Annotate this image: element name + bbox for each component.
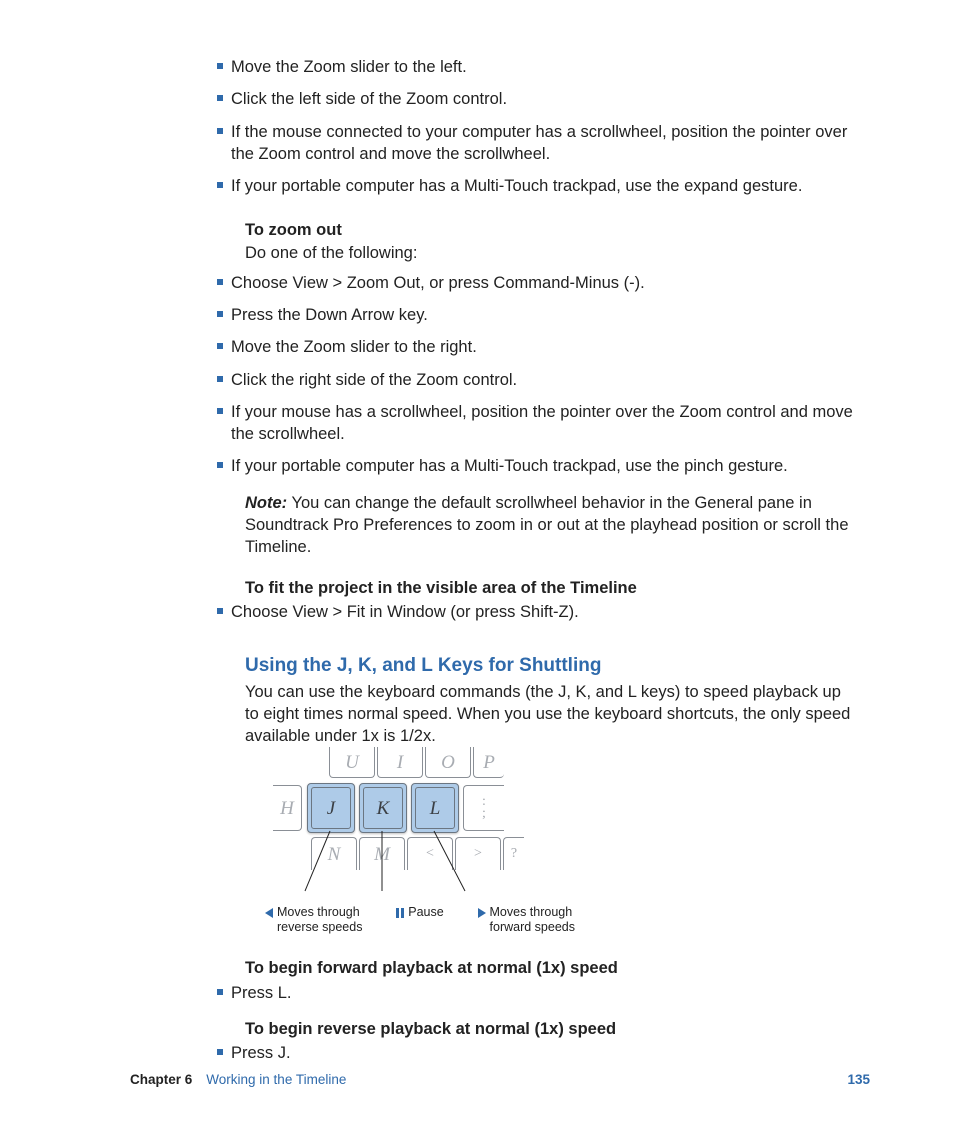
label-text: Pause — [408, 905, 443, 920]
page-footer: Chapter 6 Working in the Timeline 135 — [130, 1072, 870, 1087]
list-item: Choose View > Zoom Out, or press Command… — [231, 272, 855, 294]
section-body: You can use the keyboard commands (the J… — [245, 681, 855, 748]
list-text: Click the right side of the Zoom control… — [231, 371, 517, 389]
list-item: Move the Zoom slider to the right. — [231, 336, 855, 358]
zoom-out-intro: Do one of the following: — [245, 242, 855, 264]
page-number: 135 — [847, 1072, 870, 1087]
label-text: Moves through — [490, 905, 573, 920]
list-text: Click the left side of the Zoom control. — [231, 90, 507, 108]
list-item: Press L. — [231, 982, 855, 1004]
keyboard: U I O P H J K L :; N M — [285, 763, 525, 903]
list-text: Move the Zoom slider to the left. — [231, 58, 467, 76]
list-text: Choose View > Zoom Out, or press Command… — [231, 274, 645, 292]
note-text: You can change the default scrollwheel b… — [245, 494, 849, 557]
callout-lines — [265, 823, 545, 903]
note-label: Note: — [245, 494, 287, 512]
list-item: If your mouse has a scrollwheel, positio… — [231, 401, 855, 446]
forward-heading: To begin forward playback at normal (1x)… — [245, 957, 855, 979]
zoom-out-heading: To zoom out — [245, 219, 855, 241]
list-item: Click the right side of the Zoom control… — [231, 369, 855, 391]
label-text: Moves through — [277, 905, 360, 920]
list-text: If your portable computer has a Multi-To… — [231, 457, 788, 475]
keyboard-labels: Moves through reverse speeds Pause Moves… — [265, 905, 575, 935]
list-item: Move the Zoom slider to the left. — [231, 56, 855, 78]
page: Move the Zoom slider to the left. Click … — [0, 0, 954, 1145]
footer-left: Chapter 6 Working in the Timeline — [130, 1072, 346, 1087]
key-o: O — [425, 747, 471, 778]
label-text: forward speeds — [478, 920, 575, 935]
reverse-heading: To begin reverse playback at normal (1x)… — [245, 1018, 855, 1040]
list-text: Move the Zoom slider to the right. — [231, 338, 477, 356]
zoom-out-list: Choose View > Zoom Out, or press Command… — [245, 272, 855, 478]
label-forward: Moves through forward speeds — [478, 905, 575, 935]
fit-heading: To fit the project in the visible area o… — [245, 577, 855, 599]
list-text: If your mouse has a scrollwheel, positio… — [231, 403, 853, 443]
label-text: reverse speeds — [265, 920, 362, 935]
section-title: Using the J, K, and L Keys for Shuttling — [245, 653, 855, 679]
list-item: Click the left side of the Zoom control. — [231, 88, 855, 110]
label-pause: Pause — [396, 905, 443, 935]
reverse-list: Press J. — [245, 1042, 855, 1064]
list-item: Choose View > Fit in Window (or press Sh… — [231, 601, 855, 623]
list-item: If your portable computer has a Multi-To… — [231, 175, 855, 197]
list-text: If your portable computer has a Multi-To… — [231, 177, 802, 195]
list-text: Choose View > Fit in Window (or press Sh… — [231, 603, 579, 621]
zoom-in-list: Move the Zoom slider to the left. Click … — [245, 56, 855, 197]
pause-icon — [396, 908, 404, 918]
content-column: Move the Zoom slider to the left. Click … — [245, 56, 855, 1075]
list-item: Press the Down Arrow key. — [231, 304, 855, 326]
list-text: Press the Down Arrow key. — [231, 306, 428, 324]
label-reverse: Moves through reverse speeds — [265, 905, 362, 935]
key-u: U — [329, 747, 375, 778]
list-item: If your portable computer has a Multi-To… — [231, 455, 855, 477]
list-text: Press L. — [231, 984, 292, 1002]
chapter-label: Chapter 6 — [130, 1072, 192, 1087]
key-i: I — [377, 747, 423, 778]
keyboard-diagram: U I O P H J K L :; N M — [285, 763, 565, 935]
forward-icon — [478, 908, 486, 918]
list-text: Press J. — [231, 1044, 291, 1062]
reverse-icon — [265, 908, 273, 918]
list-item: If the mouse connected to your computer … — [231, 121, 855, 166]
list-text: If the mouse connected to your computer … — [231, 123, 847, 163]
forward-list: Press L. — [245, 982, 855, 1004]
note-block: Note: You can change the default scrollw… — [245, 492, 855, 559]
key-p: P — [473, 747, 504, 778]
fit-list: Choose View > Fit in Window (or press Sh… — [245, 601, 855, 623]
chapter-title: Working in the Timeline — [206, 1072, 346, 1087]
list-item: Press J. — [231, 1042, 855, 1064]
